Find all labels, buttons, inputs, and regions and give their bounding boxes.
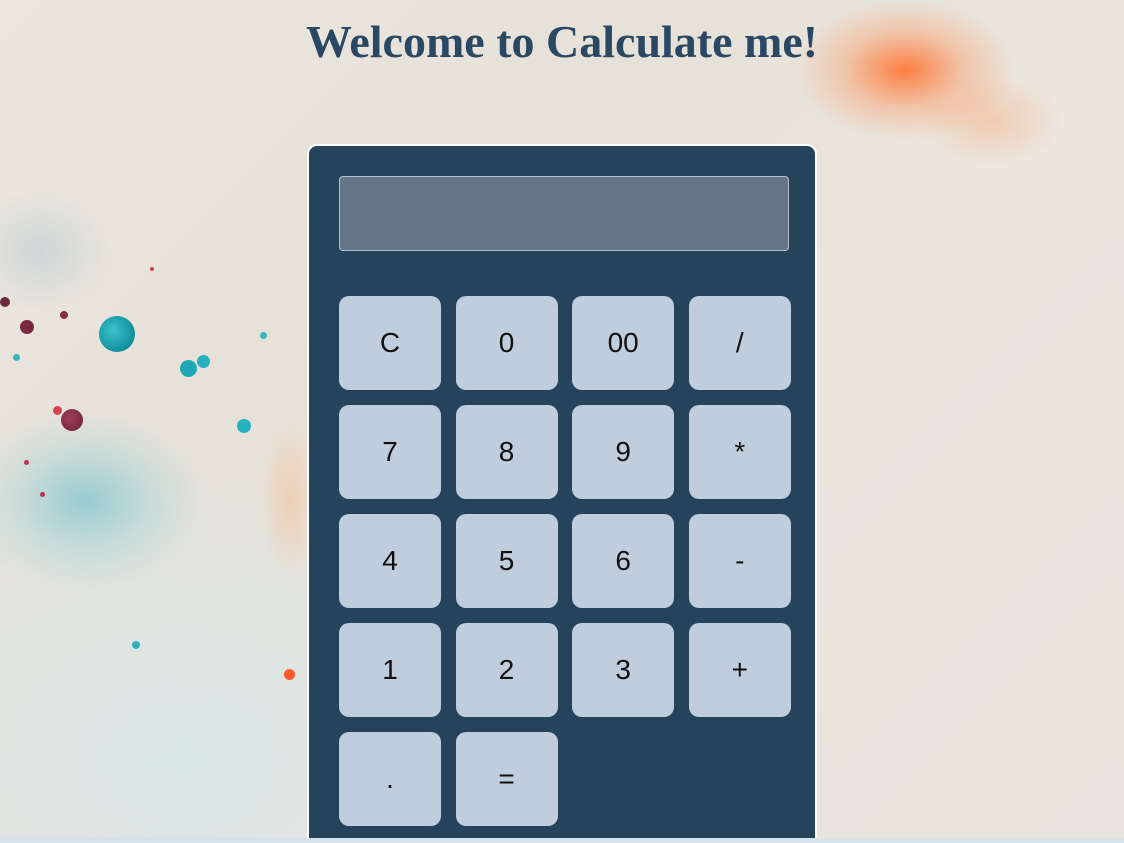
add-button[interactable]: + — [688, 623, 791, 717]
decimal-point-button[interactable]: . — [339, 732, 441, 826]
paint-drop — [13, 354, 20, 361]
digit-2-button[interactable]: 2 — [455, 623, 558, 717]
digit-1-button[interactable]: 1 — [339, 623, 441, 717]
bottom-strip — [0, 838, 1124, 843]
calculator: C 0 00/7 8 9 * 4 5 6-1 2 3 +. = — [307, 144, 817, 843]
keypad: C 0 00/7 8 9 * 4 5 6-1 2 3 +. = — [339, 296, 791, 826]
paint-drop — [24, 460, 29, 465]
digit-3-button[interactable]: 3 — [572, 623, 675, 717]
digit-5-button[interactable]: 5 — [455, 514, 558, 608]
paint-drop — [61, 409, 83, 431]
page-title: Welcome to Calculate me! — [305, 16, 819, 67]
paint-drop — [197, 355, 210, 368]
paint-drop — [0, 297, 10, 307]
digit-00-button[interactable]: 00 — [572, 296, 675, 390]
paint-drop — [20, 320, 34, 334]
digit-7-button[interactable]: 7 — [339, 405, 441, 499]
digit-9-button[interactable]: 9 — [572, 405, 675, 499]
digit-6-button[interactable]: 6 — [572, 514, 675, 608]
paint-drop — [60, 311, 68, 319]
paint-drop — [53, 406, 62, 415]
paint-drop — [99, 316, 135, 352]
calculator-display[interactable] — [339, 176, 789, 251]
multiply-button[interactable]: * — [688, 405, 791, 499]
equals-button[interactable]: = — [455, 732, 558, 826]
digit-8-button[interactable]: 8 — [455, 405, 558, 499]
paint-drop — [284, 669, 295, 680]
paint-drop — [260, 332, 267, 339]
paint-drop — [132, 641, 140, 649]
paint-drop — [150, 267, 154, 271]
paint-drop — [180, 360, 197, 377]
subtract-button[interactable]: - — [688, 514, 791, 608]
paint-drop — [237, 419, 251, 433]
digit-0-button[interactable]: 0 — [455, 296, 558, 390]
paint-drop — [40, 492, 45, 497]
digit-4-button[interactable]: 4 — [339, 514, 441, 608]
clear-button[interactable]: C — [339, 296, 441, 390]
divide-button[interactable]: / — [688, 296, 791, 390]
